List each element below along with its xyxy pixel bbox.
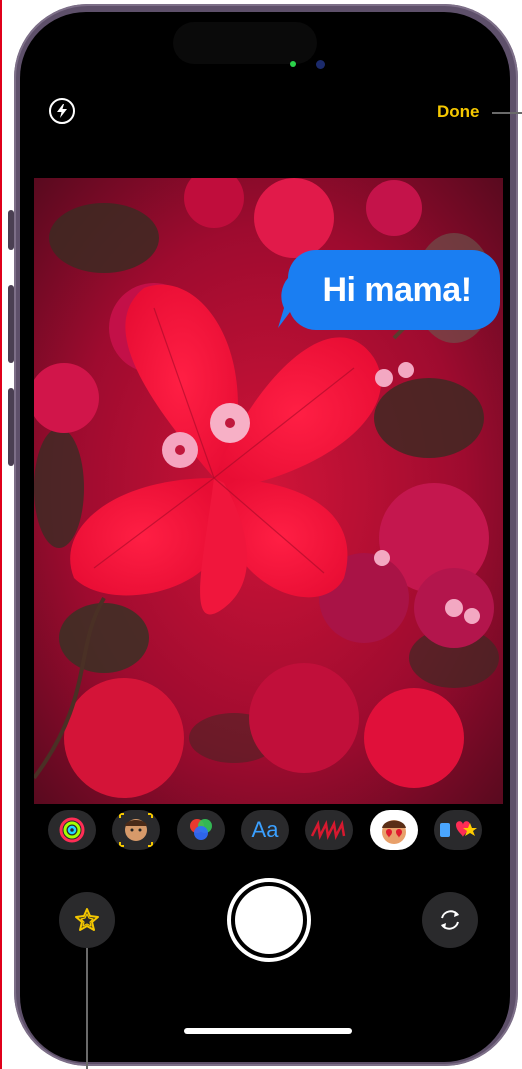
dynamic-island xyxy=(173,22,317,64)
memoji-icon[interactable] xyxy=(112,810,160,850)
message-sticker[interactable]: Hi mama! xyxy=(276,248,502,332)
camera-indicator xyxy=(290,61,296,67)
flash-off-icon[interactable] xyxy=(49,98,75,124)
callout-edge xyxy=(0,0,2,1069)
shapes-icon[interactable] xyxy=(305,810,353,850)
callout-line-done xyxy=(492,112,522,114)
emoji-sticker-icon[interactable] xyxy=(370,810,418,850)
text-effect-label: Aa xyxy=(251,817,279,842)
effects-star-button[interactable] xyxy=(59,892,115,948)
star-icon xyxy=(75,908,99,931)
flip-camera-button[interactable] xyxy=(422,892,478,948)
effects-row: Aa xyxy=(0,810,522,854)
sticker-text: Hi mama! xyxy=(322,270,472,309)
shutter-icon xyxy=(235,886,303,954)
callout-line-effects xyxy=(86,948,88,1069)
done-button[interactable]: Done xyxy=(437,102,480,122)
shutter-button[interactable] xyxy=(227,878,311,962)
filters-icon[interactable] xyxy=(177,810,225,850)
fitness-rings-icon[interactable] xyxy=(48,810,96,850)
front-camera xyxy=(316,60,325,69)
flip-camera-icon xyxy=(441,910,459,930)
text-effect-button[interactable]: Aa xyxy=(241,810,289,850)
stickers-icon[interactable] xyxy=(434,810,482,850)
home-indicator[interactable] xyxy=(184,1028,352,1034)
